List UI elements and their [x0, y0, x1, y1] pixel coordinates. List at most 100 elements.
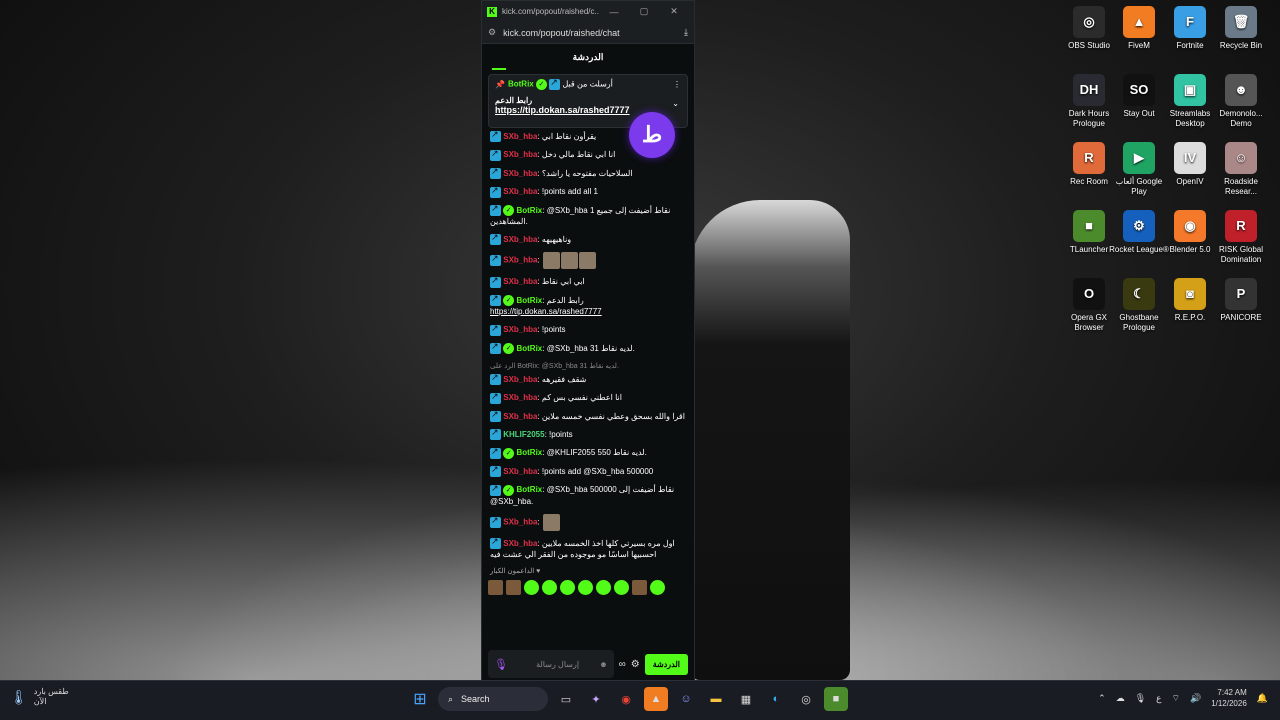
chat-message[interactable]: ✓ BotRix: رابط الدعمhttps://tip.dokan.sa… [490, 293, 686, 317]
notification-bell-icon[interactable]: 🔔 [1257, 693, 1268, 704]
discord-icon[interactable]: ☺ [674, 687, 698, 711]
chat-message[interactable]: SXb_hba: !points add all 1 [490, 185, 686, 198]
minimize-button[interactable]: — [599, 7, 629, 17]
taskbar: 🌡 طقس بارد الآن ⊞ ⌕ Search ▭ ✦ ◉ ▲ ☺ ▬ ▦… [0, 680, 1280, 720]
reply-preview[interactable]: الرد على BotRix: @SXb_hba 31 لديه نقاط. [490, 361, 686, 372]
task-view-icon[interactable]: ▭ [554, 687, 578, 711]
send-chat-button[interactable]: الدردشة [644, 653, 688, 675]
chat-username[interactable]: SXb_hba [503, 235, 537, 244]
chat-message[interactable]: SXb_hba: اقرا والله بسحق وعطي نفسي خمسه … [490, 409, 686, 423]
chat-username[interactable]: SXb_hba [503, 325, 537, 334]
tip-badge-icon[interactable]: ط [629, 112, 675, 158]
pinned-username[interactable]: BotRix [508, 80, 534, 89]
copilot-icon[interactable]: ✦ [584, 687, 608, 711]
mic-tray-icon[interactable]: 🎙 [1135, 693, 1146, 704]
emote-icon[interactable] [506, 580, 521, 596]
chat-message[interactable]: SXb_hba: انا اعطني نفسي بس كم [490, 391, 686, 404]
chat-message[interactable]: SXb_hba: !points [490, 323, 686, 336]
infinity-icon[interactable]: ∞ [619, 659, 626, 670]
chevron-down-icon[interactable]: ⌄ [672, 99, 679, 108]
windows-start-icon[interactable]: ⊞ [408, 687, 432, 711]
pinned-link[interactable]: https://tip.dokan.sa/rashed7777 [495, 105, 630, 115]
chat-username[interactable]: BotRix [516, 296, 542, 305]
emote-icon[interactable] [596, 580, 611, 596]
network-tray-icon[interactable]: ☁ [1116, 693, 1125, 704]
chat-username[interactable]: SXb_hba [503, 467, 537, 476]
chat-username[interactable]: BotRix [516, 344, 542, 353]
emote-icon[interactable] [524, 580, 539, 596]
emote-icon[interactable] [488, 580, 503, 596]
chat-username[interactable]: SXb_hba [503, 187, 537, 196]
chat-username[interactable]: SXb_hba [503, 277, 537, 286]
chat-username[interactable]: BotRix [516, 485, 542, 494]
file-explorer-icon[interactable]: ▬ [704, 687, 728, 711]
clock[interactable]: 7:42 AM 1/12/2026 [1211, 687, 1247, 709]
desktop-icon[interactable]: P PANICORE [1210, 278, 1272, 323]
chat-message[interactable]: ✓ BotRix: @KHLIF2055 550 لديه نقاط. [490, 446, 686, 459]
chat-username[interactable]: BotRix [516, 206, 542, 215]
chat-message[interactable]: SXb_hba: ابي ابي نقاط [490, 275, 686, 288]
chat-username[interactable]: SXb_hba [503, 393, 537, 402]
chevron-up-icon[interactable]: ⌃ [1098, 693, 1106, 704]
chat-username[interactable]: SXb_hba [503, 256, 537, 265]
wifi-icon[interactable]: ⌔ [1172, 693, 1180, 704]
chat-message[interactable]: الرد على BotRix: @SXb_hba 31 لديه نقاط. … [490, 361, 686, 386]
chat-message[interactable]: ✓ BotRix: @SXb_hba 1 نقاط أضيفت إلى جميع… [490, 203, 686, 227]
fivem-taskbar-icon[interactable]: ▲ [644, 687, 668, 711]
chat-message[interactable]: ✓ BotRix: @SXb_hba 500000 نقاط أضيفت إلى… [490, 483, 686, 506]
chat-username[interactable]: KHLIF2055 [503, 430, 544, 439]
chat-message[interactable]: ✓ BotRix: @SXb_hba 31 لديه نقاط. [490, 341, 686, 354]
desktop-icon[interactable]: ☺ Roadside Resear... [1210, 142, 1272, 197]
more-options-icon[interactable]: ⋮ [673, 80, 681, 89]
obs-taskbar-icon[interactable]: ◎ [794, 687, 818, 711]
chat-message[interactable]: SXb_hba: [490, 513, 686, 531]
chat-username[interactable]: SXb_hba [503, 150, 537, 159]
emote-icon[interactable] [560, 580, 575, 596]
chat-message[interactable]: SXb_hba: اول مره بسيرتي كلها اخذ الخمسه … [490, 536, 686, 560]
chat-message[interactable]: SXb_hba: !points add @SXb_hba 500000 [490, 464, 686, 478]
user-badge-icon [490, 253, 501, 267]
tab-chat[interactable]: الدردشة [482, 44, 694, 70]
emoji-icon[interactable]: ☻ [599, 660, 607, 669]
chrome-icon[interactable]: ◉ [614, 687, 638, 711]
chat-username[interactable]: SXb_hba [503, 375, 537, 384]
site-settings-icon[interactable]: ⚙ [488, 27, 496, 38]
language-indicator[interactable]: ع [1156, 693, 1161, 704]
minecraft-icon[interactable]: ■ [824, 687, 848, 711]
emote-icon[interactable] [578, 580, 593, 596]
chat-input[interactable]: 🎙 إرسال رسالة ☻ [488, 650, 614, 678]
chat-message[interactable]: SXb_hba: السلاحيات مفتوحه يا راشد؟ [490, 166, 686, 180]
download-icon[interactable]: ⤓ [684, 27, 688, 38]
chat-message[interactable]: SXb_hba: وناهيهيهه [490, 232, 686, 246]
chat-username[interactable]: SXb_hba [503, 132, 537, 141]
maximize-button[interactable]: ▢ [629, 6, 659, 17]
chat-input-placeholder[interactable]: إرسال رسالة [516, 660, 599, 669]
store-icon[interactable]: ▦ [734, 687, 758, 711]
emote-icon[interactable] [650, 580, 665, 596]
taskbar-search[interactable]: ⌕ Search [438, 687, 548, 711]
chat-username[interactable]: SXb_hba [503, 517, 537, 526]
emote-icon[interactable] [632, 580, 647, 596]
chat-username[interactable]: BotRix [516, 448, 542, 457]
settings-icon[interactable]: ⚙ [631, 659, 640, 670]
weather-widget[interactable]: 🌡 طقس بارد الآن [10, 687, 69, 707]
chat-message[interactable]: KHLIF2055: !points [490, 427, 686, 441]
desktop-icon[interactable]: ☻ Demonolo... Demo [1210, 74, 1272, 129]
desktop-icon[interactable]: 🗑 Recycle Bin [1210, 6, 1272, 51]
emote-icon[interactable] [614, 580, 629, 596]
edge-icon[interactable]: ◐ [764, 687, 788, 711]
address-bar[interactable]: ⚙ kick.com/popout/raished/chat ⤓ [482, 22, 694, 44]
url-text[interactable]: kick.com/popout/raished/chat [503, 28, 684, 38]
chat-message-text: @KHLIF2055 550 لديه نقاط. [546, 448, 647, 458]
volume-icon[interactable]: 🔊 [1190, 693, 1201, 704]
chat-username[interactable]: SXb_hba [503, 412, 537, 421]
desktop-icon[interactable]: R RISK Global Domination [1210, 210, 1272, 265]
mic-icon[interactable]: 🎙 [494, 658, 508, 671]
chat-message[interactable]: SXb_hba: [490, 252, 686, 270]
supporters-text: الداعمون الكبار [490, 568, 535, 576]
chat-username[interactable]: SXb_hba [503, 169, 537, 178]
chat-link[interactable]: https://tip.dokan.sa/rashed7777 [490, 307, 602, 316]
emote-icon[interactable] [542, 580, 557, 596]
close-button[interactable]: ✕ [659, 6, 689, 17]
chat-username[interactable]: SXb_hba [503, 539, 537, 548]
